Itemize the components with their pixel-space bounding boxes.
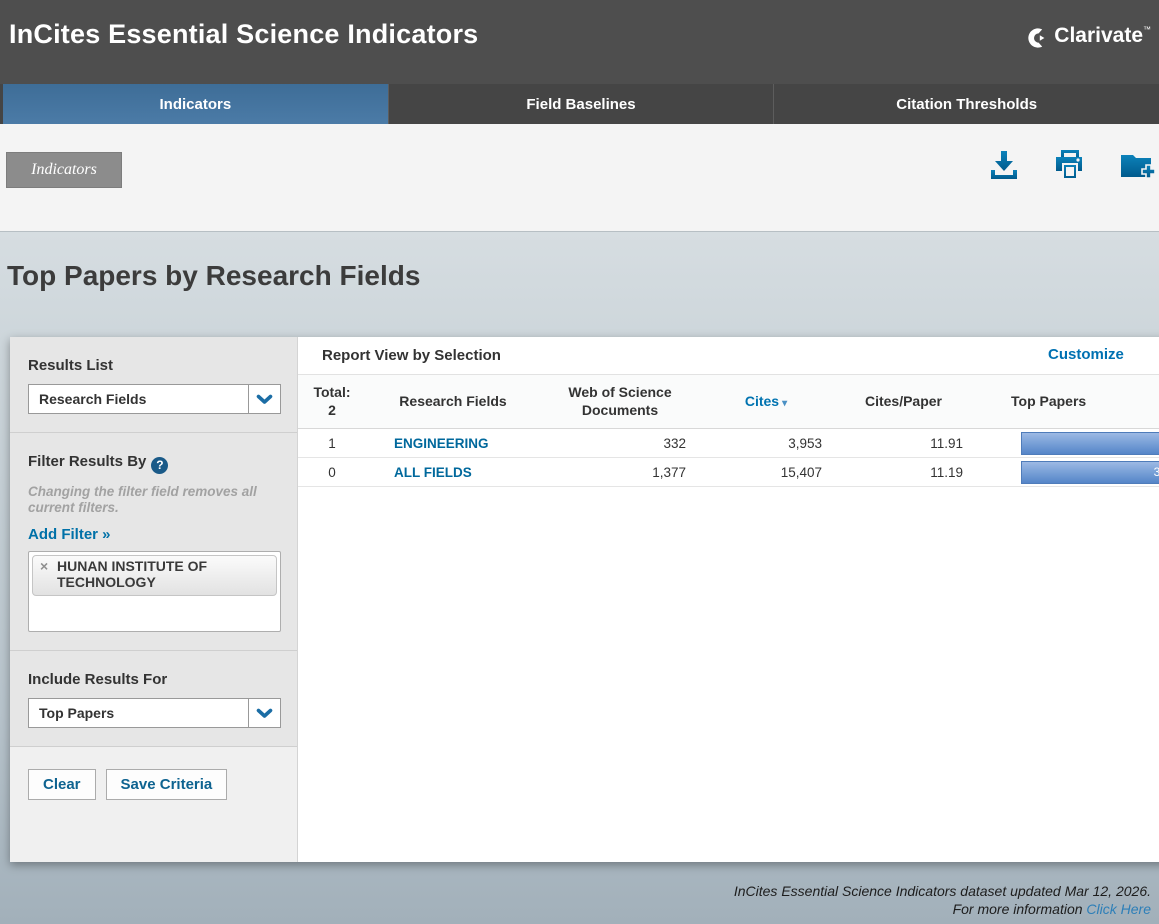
column-header-cites[interactable]: Cites▾ — [700, 393, 832, 411]
filter-chip-label: HUNAN INSTITUTE OF TECHNOLOGY — [57, 558, 207, 589]
cites-sort-label: Cites — [745, 393, 779, 409]
column-header-top-papers[interactable]: Top Papers — [975, 393, 1159, 411]
remove-filter-icon[interactable]: × — [40, 559, 48, 574]
customize-link[interactable]: Customize — [1048, 346, 1124, 363]
wos-label-line1: Web of Science — [540, 384, 700, 402]
total-label: Total: — [298, 384, 366, 402]
sidebar-actions: Clear Save Criteria — [10, 747, 297, 862]
filter-results-section: Filter Results By? Changing the filter f… — [10, 433, 297, 651]
report-header: Report View by Selection Customize — [298, 337, 1159, 375]
tab-field-baselines[interactable]: Field Baselines — [389, 84, 775, 124]
breadcrumb-indicators-button[interactable]: Indicators — [6, 152, 122, 188]
table-row: 1 ENGINEERING 332 3,953 11.91 2 — [298, 429, 1159, 458]
include-results-selected-value: Top Papers — [29, 699, 248, 727]
filters-sidebar: Results List Research Fields Filter Resu… — [10, 337, 298, 862]
add-to-folder-icon[interactable] — [1117, 146, 1155, 184]
more-info-text: For more information Click Here — [734, 901, 1151, 919]
download-icon[interactable] — [985, 146, 1023, 184]
top-papers-bar[interactable]: 30 — [1021, 461, 1159, 484]
column-header-research-fields[interactable]: Research Fields — [366, 393, 540, 411]
results-list-dropdown-arrow — [248, 385, 280, 413]
results-list-selected-value: Research Fields — [29, 385, 248, 413]
results-list-dropdown[interactable]: Research Fields — [28, 384, 281, 414]
dataset-footer: InCites Essential Science Indicators dat… — [734, 883, 1151, 918]
chevron-down-icon — [256, 394, 273, 405]
app-header: InCites Essential Science Indicators Cla… — [0, 0, 1159, 84]
tab-indicators[interactable]: Indicators — [3, 84, 389, 124]
include-results-dropdown[interactable]: Top Papers — [28, 698, 281, 728]
filter-note: Changing the filter field removes all cu… — [28, 484, 281, 518]
main-tab-bar: Indicators Field Baselines Citation Thre… — [0, 84, 1159, 124]
help-icon[interactable]: ? — [151, 457, 168, 474]
include-results-label: Include Results For — [28, 671, 281, 688]
chevron-down-icon — [256, 708, 273, 719]
include-results-section: Include Results For Top Papers — [10, 651, 297, 747]
sort-descending-icon: ▾ — [782, 398, 787, 409]
toolbar: Indicators — [0, 124, 1159, 232]
click-here-link[interactable]: Click Here — [1086, 901, 1151, 917]
filter-results-label-text: Filter Results By — [28, 453, 146, 470]
results-list-label: Results List — [28, 357, 281, 374]
row-top-papers: 2 — [975, 432, 1159, 455]
clarivate-logo: Clarivate ™ — [1025, 24, 1151, 50]
top-papers-bar[interactable]: 2 — [1021, 432, 1159, 455]
clear-button[interactable]: Clear — [28, 769, 96, 800]
row-top-papers: 30 — [975, 461, 1159, 484]
filter-chip[interactable]: × HUNAN INSTITUTE OF TECHNOLOGY — [32, 555, 277, 596]
dataset-updated-text: InCites Essential Science Indicators dat… — [734, 883, 1151, 901]
app-title: InCites Essential Science Indicators — [9, 19, 478, 50]
field-link-engineering[interactable]: ENGINEERING — [394, 436, 489, 451]
row-cites-per-paper: 11.19 — [832, 465, 975, 480]
page-body: Top Papers by Research Fields Results Li… — [0, 232, 1159, 924]
row-rank: 1 — [298, 436, 366, 451]
row-cites: 15,407 — [700, 465, 832, 480]
report-panel: Report View by Selection Customize Total… — [298, 337, 1159, 862]
column-header-total: Total: 2 — [298, 384, 366, 419]
column-header-cites-per-paper[interactable]: Cites/Paper — [832, 393, 975, 411]
field-link-all-fields[interactable]: ALL FIELDS — [394, 465, 472, 480]
total-count: 2 — [298, 402, 366, 420]
table-row: 0 ALL FIELDS 1,377 15,407 11.19 30 — [298, 458, 1159, 487]
results-list-section: Results List Research Fields — [10, 337, 297, 433]
more-info-prefix: For more information — [953, 901, 1087, 917]
tab-citation-thresholds[interactable]: Citation Thresholds — [774, 84, 1159, 124]
table-header-row: Total: 2 Research Fields Web of Science … — [298, 375, 1159, 429]
print-icon[interactable] — [1051, 146, 1089, 184]
page-title: Top Papers by Research Fields — [7, 260, 420, 292]
report-title: Report View by Selection — [298, 347, 501, 364]
row-cites-per-paper: 11.91 — [832, 436, 975, 451]
include-results-dropdown-arrow — [248, 699, 280, 727]
column-header-wos-documents[interactable]: Web of Science Documents — [540, 384, 700, 419]
row-field: ALL FIELDS — [366, 465, 540, 480]
content-container: Results List Research Fields Filter Resu… — [10, 337, 1159, 862]
add-filter-link[interactable]: Add Filter » — [28, 526, 111, 543]
row-docs: 1,377 — [540, 465, 700, 480]
row-rank: 0 — [298, 465, 366, 480]
brand-name: Clarivate — [1054, 24, 1143, 48]
row-docs: 332 — [540, 436, 700, 451]
toolbar-icons — [985, 146, 1155, 184]
brand-trademark: ™ — [1143, 25, 1151, 34]
save-criteria-button[interactable]: Save Criteria — [106, 769, 228, 800]
active-filters-box: × HUNAN INSTITUTE OF TECHNOLOGY — [28, 551, 281, 632]
clarivate-logo-icon — [1025, 26, 1049, 50]
filter-results-label: Filter Results By? — [28, 453, 281, 474]
row-cites: 3,953 — [700, 436, 832, 451]
row-field: ENGINEERING — [366, 436, 540, 451]
wos-label-line2: Documents — [540, 402, 700, 420]
